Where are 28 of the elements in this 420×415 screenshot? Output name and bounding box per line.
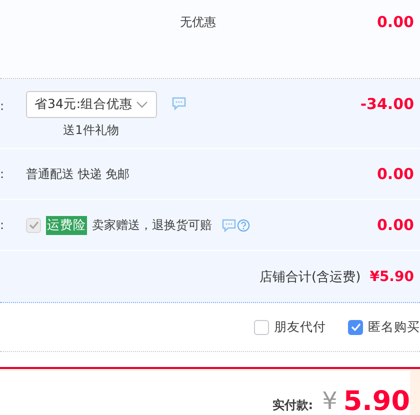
chat-icon[interactable]: [172, 97, 186, 110]
amount: 0.00: [376, 165, 414, 183]
help-icon[interactable]: [237, 218, 250, 232]
shop-total-amount: ¥5.90: [370, 268, 414, 284]
option-label[interactable]: 朋友代付: [274, 318, 326, 336]
discount-text: 无优惠: [180, 14, 216, 31]
label-colon: :: [0, 99, 6, 113]
insurance-tag: 运费险: [46, 216, 87, 234]
label-colon: :: [0, 218, 6, 232]
gift-note: 送1件礼物: [63, 122, 119, 139]
checkbox[interactable]: [254, 320, 269, 334]
chevron-down-icon: [136, 100, 148, 108]
shipping-text: 普通配送 快递 免邮: [26, 166, 130, 182]
payment-amount: 5.90: [343, 386, 410, 415]
payment-label: 实付款:: [272, 396, 314, 414]
checkmark-icon: [350, 323, 360, 331]
promo-dropdown[interactable]: 省34元:组合优惠: [26, 91, 156, 118]
currency-sign: ¥: [322, 387, 338, 415]
chat-icon[interactable]: [222, 218, 236, 232]
amount: 0.00: [376, 13, 414, 31]
label-colon: :: [0, 167, 6, 181]
insurance-text: 卖家赠送，退换货可赔: [92, 216, 212, 234]
checkmark-icon: [28, 221, 38, 229]
checkbox[interactable]: [348, 320, 363, 334]
amount: 0.00: [376, 216, 414, 234]
shop-total-label: 店铺合计(含运费): [260, 268, 361, 286]
option-label[interactable]: 匿名购买: [368, 318, 420, 336]
amount: -34.00: [360, 95, 414, 113]
